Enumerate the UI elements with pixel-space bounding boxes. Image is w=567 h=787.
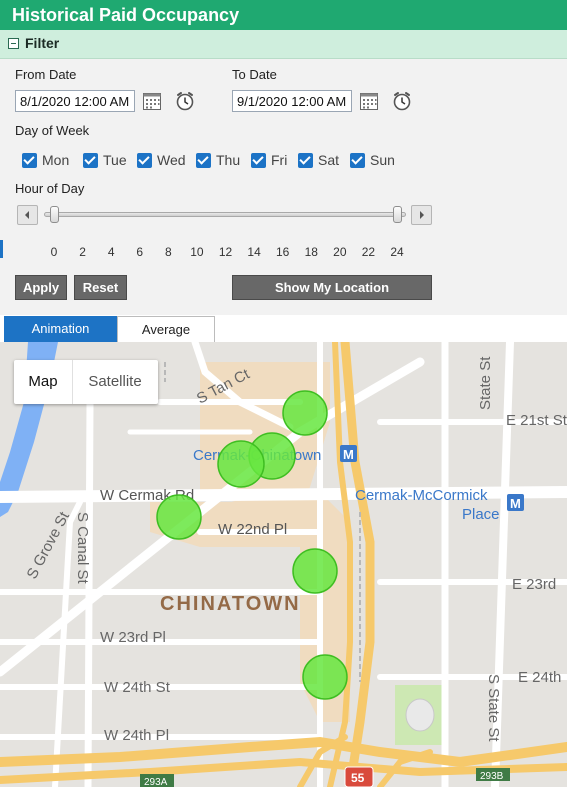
occupancy-marker [282,390,328,436]
tab-average[interactable]: Average [117,316,215,342]
day-label: Mon [42,152,70,168]
svg-text:M: M [343,447,354,462]
day-label: Thu [216,152,241,168]
map-type-map-button[interactable]: Map [14,360,73,404]
apply-button[interactable]: Apply [15,275,67,300]
hour-tick-label: 14 [247,245,261,259]
chevron-right-icon [420,211,424,219]
filter-panel: From Date To Date Day of Week Mon Tue We… [0,59,567,315]
hour-tick-label: 8 [164,245,172,259]
day-checkbox-fri[interactable]: Fri [251,151,287,169]
checkbox-checked-icon[interactable] [137,152,152,168]
checkbox-checked-icon[interactable] [83,152,98,168]
hour-tick-label: 16 [275,245,290,259]
svg-text:293B: 293B [480,771,504,782]
svg-text:M: M [510,496,521,511]
map-label-e-23rd: E 23rd [512,576,556,593]
clock-icon[interactable] [175,91,195,111]
tab-animation[interactable]: Animation [4,316,117,342]
hour-slider-high-handle[interactable] [393,206,402,223]
hour-tick-label: 10 [190,245,204,259]
day-label: Sun [370,152,395,168]
svg-text:293A: 293A [144,777,168,787]
highway-shield-icon: 55 [344,766,374,787]
day-label: Fri [271,152,288,168]
checkbox-checked-icon[interactable] [196,152,211,168]
map-label-s-canal: S Canal St [74,512,91,585]
clock-icon[interactable] [392,91,412,111]
hour-slider-track[interactable] [44,212,406,217]
show-my-location-button[interactable]: Show My Location [232,275,432,300]
hour-tick-label: 22 [361,245,376,259]
filter-label: Filter [25,35,60,51]
hour-tick-label: 0 [50,245,58,259]
map-label-w-22nd: W 22nd Pl [218,521,287,538]
occupancy-marker [302,654,348,700]
checkbox-checked-icon[interactable] [350,152,365,168]
day-of-week-label: Day of Week [15,123,90,138]
svg-text:55: 55 [351,771,365,785]
map-type-control[interactable]: Map Satellite [14,360,158,404]
map-label-e-24th: E 24th [518,669,561,686]
hour-tick-label: 18 [304,245,318,259]
day-checkbox-tue[interactable]: Tue [83,151,127,169]
hour-tick-label: 20 [333,245,347,259]
metro-station-icon: M [507,494,524,511]
hour-tick-label: 12 [218,245,233,259]
calendar-icon[interactable] [143,93,161,110]
page-title: Historical Paid Occupancy [0,0,567,30]
day-checkbox-sun[interactable]: Sun [350,151,395,169]
day-checkbox-sat[interactable]: Sat [298,151,339,169]
occupancy-marker [292,548,338,594]
day-label: Wed [157,152,186,168]
occupancy-marker [217,440,265,488]
checkbox-checked-icon[interactable] [22,152,37,168]
from-date-label: From Date [15,67,77,82]
filter-header[interactable]: Filter [0,30,567,59]
calendar-icon[interactable] [360,93,378,110]
reset-button[interactable]: Reset [74,275,127,300]
day-checkbox-wed[interactable]: Wed [137,151,186,169]
map-label-e-21st: E 21st St [506,412,567,429]
hour-tick-label: 24 [390,245,404,259]
occupancy-map[interactable]: S Tan Ct State St E 21st St W Cermak Rd … [0,342,567,787]
to-date-label: To Date [232,67,277,82]
map-label-w-24th-pl: W 24th Pl [104,727,169,744]
metro-station-icon: M [340,445,357,462]
map-label-state-st: State St [477,356,494,410]
day-checkbox-mon[interactable]: Mon [22,151,69,169]
map-label-s-state-st: S State St [485,674,502,742]
hour-tick-label: 2 [79,245,86,259]
day-label: Sat [318,152,340,168]
hour-tick-label: 6 [136,245,144,259]
map-label-chinatown: CHINATOWN [160,593,301,615]
exit-sign-icon: 293A [140,774,174,787]
to-date-input[interactable] [232,90,352,112]
map-label-w-24th-st: W 24th St [104,679,171,696]
from-date-input[interactable] [15,90,135,112]
occupancy-marker [156,494,202,540]
hour-slider-low-handle[interactable] [50,206,59,223]
exit-sign-icon: 293B [476,768,510,782]
day-label: Tue [103,152,127,168]
slider-left-button[interactable] [17,205,38,225]
side-accent [0,240,3,258]
hour-tick-label: 4 [107,245,115,259]
hour-of-day-label: Hour of Day [15,181,85,196]
slider-right-button[interactable] [411,205,432,225]
map-type-satellite-button[interactable]: Satellite [72,360,158,404]
map-label-place: Place [462,506,500,523]
collapse-icon[interactable] [8,38,19,49]
map-label-w-23rd: W 23rd Pl [100,629,166,646]
checkbox-checked-icon[interactable] [251,152,266,168]
day-checkbox-thu[interactable]: Thu [196,151,240,169]
chevron-left-icon [25,211,29,219]
map-label-cermak-mccormick: Cermak-McCormick [355,487,488,504]
checkbox-checked-icon[interactable] [298,152,313,168]
